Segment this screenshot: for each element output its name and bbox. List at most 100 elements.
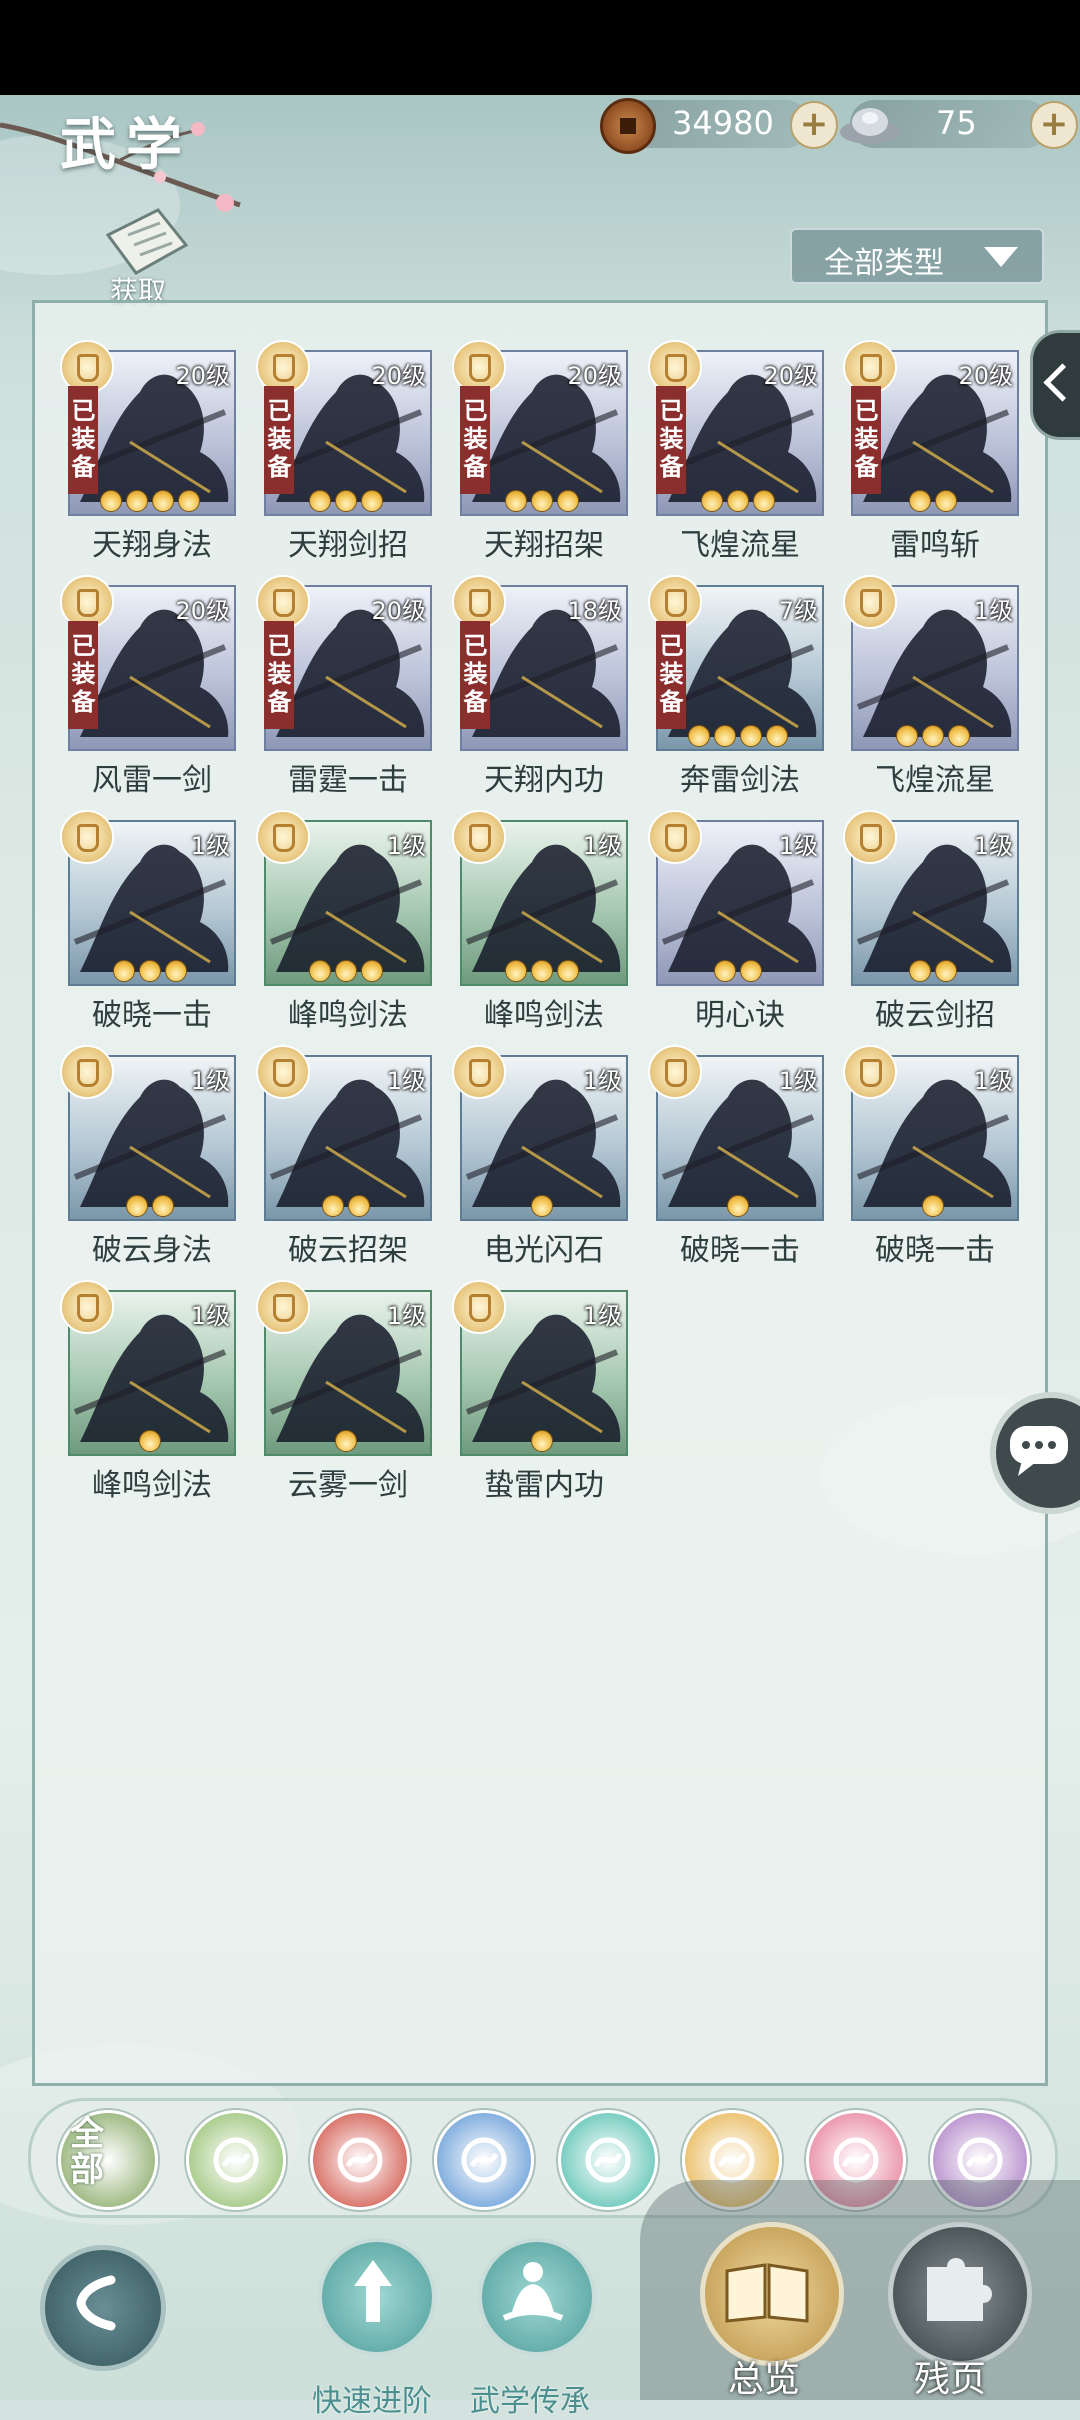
skill-card[interactable]: 20级 已装备 飞煌流星	[648, 340, 824, 563]
skill-type-badge-icon	[256, 1045, 310, 1099]
skill-card[interactable]: 1级峰鸣剑法	[452, 810, 628, 1033]
quick-advance-button[interactable]	[318, 2238, 436, 2356]
skill-card[interactable]: 1级 破云剑招	[843, 810, 1019, 1033]
skill-card[interactable]: 7级 已装备 奔雷剑法	[648, 575, 824, 798]
flame-star-icon	[557, 490, 579, 512]
triangle-down-icon	[984, 247, 1018, 267]
skill-card[interactable]: 1级 明心诀	[648, 810, 824, 1033]
skill-level: 1级	[582, 1067, 622, 1095]
skill-type-badge-icon	[60, 810, 114, 864]
type-filter-dropdown[interactable]: 全部类型	[790, 228, 1044, 284]
flame-star-icon	[152, 490, 174, 512]
skill-level: 1级	[582, 832, 622, 860]
flame-star-icon	[100, 490, 122, 512]
flame-star-icon	[766, 725, 788, 747]
skill-level: 20级	[567, 362, 622, 390]
skill-card[interactable]: 20级 已装备 雷鸣斩	[843, 340, 1019, 563]
flame-star-icon	[335, 960, 357, 982]
skill-card[interactable]: 18级 已装备 天翔内功	[452, 575, 628, 798]
skill-level: 1级	[386, 1067, 426, 1095]
category-tab[interactable]	[434, 2110, 534, 2210]
skill-stars	[851, 490, 1015, 512]
book-icon	[725, 2263, 809, 2323]
skill-card[interactable]: 1级 破晓一击	[648, 1045, 824, 1268]
category-tab[interactable]	[186, 2110, 286, 2210]
skill-card[interactable]: 20级 已装备 天翔招架	[452, 340, 628, 563]
skill-card[interactable]: 1级 破云招架	[256, 1045, 432, 1268]
skill-stars	[68, 1430, 232, 1452]
equipped-tag: 已装备	[67, 386, 98, 494]
side-expand-tab[interactable]	[1030, 330, 1080, 440]
skill-card[interactable]: 20级 已装备 天翔剑招	[256, 340, 432, 563]
flame-star-icon	[740, 960, 762, 982]
skill-card[interactable]: 20级 已装备 天翔身法	[60, 340, 236, 563]
skill-stars	[68, 1195, 232, 1217]
skill-level: 1级	[190, 832, 230, 860]
flame-star-icon	[740, 725, 762, 747]
category-tab[interactable]	[310, 2110, 410, 2210]
skill-type-badge-icon	[256, 1280, 310, 1334]
skill-card[interactable]: 20级 已装备 雷霆一击	[256, 575, 432, 798]
skill-card[interactable]: 1级 飞煌流星	[843, 575, 1019, 798]
flame-icon	[337, 2137, 383, 2183]
puzzle-piece-icon	[927, 2258, 992, 2321]
flame-star-icon	[727, 1195, 749, 1217]
copper-amount: 34980	[672, 104, 774, 142]
chat-button[interactable]	[990, 1392, 1080, 1514]
flame-star-icon	[531, 960, 553, 982]
fragments-button[interactable]	[888, 2222, 1032, 2366]
skill-name: 云雾一剑	[288, 1468, 408, 1503]
skill-card[interactable]: 1级 电光闪石	[452, 1045, 628, 1268]
skill-name: 峰鸣剑法	[92, 1468, 212, 1503]
skill-card[interactable]: 1级 峰鸣剑法	[256, 810, 432, 1033]
skill-name: 奔雷剑法	[680, 763, 800, 798]
back-button[interactable]	[40, 2245, 166, 2371]
skill-card[interactable]: 1级 破晓一击	[843, 1045, 1019, 1268]
silver-ingot-icon	[840, 108, 900, 144]
add-copper-button[interactable]: +	[790, 101, 838, 149]
skill-stars	[460, 490, 624, 512]
flame-star-icon	[335, 1430, 357, 1452]
filter-label: 全部类型	[824, 246, 944, 281]
page-title: 武学	[60, 112, 192, 178]
chat-bubble-icon	[1010, 1426, 1068, 1476]
skill-stars	[851, 725, 1015, 747]
arrow-up-icon	[354, 2260, 392, 2322]
inheritance-button[interactable]	[478, 2238, 596, 2356]
flame-star-icon	[126, 490, 148, 512]
flame-star-icon	[896, 725, 918, 747]
skill-card[interactable]: 1级云雾一剑	[256, 1280, 432, 1503]
skill-card[interactable]: 20级 已装备 风雷一剑	[60, 575, 236, 798]
skill-card[interactable]: 1级 破云身法	[60, 1045, 236, 1268]
flame-star-icon	[688, 725, 710, 747]
skill-level: 1级	[778, 832, 818, 860]
flame-star-icon	[322, 1195, 344, 1217]
skill-name: 蛰雷内功	[484, 1468, 604, 1503]
skill-level: 1级	[386, 1302, 426, 1330]
skill-name: 峰鸣剑法	[484, 998, 604, 1033]
skill-type-badge-icon	[843, 1045, 897, 1099]
flame-star-icon	[309, 960, 331, 982]
skill-name: 破晓一击	[92, 998, 212, 1033]
flame-star-icon	[152, 1195, 174, 1217]
skill-level: 20级	[175, 597, 230, 625]
skill-stars	[656, 1195, 820, 1217]
inheritance-label: 武学传承	[470, 2384, 590, 2419]
skill-name: 破晓一击	[680, 1233, 800, 1268]
skill-card[interactable]: 1级峰鸣剑法	[60, 1280, 236, 1503]
category-tab[interactable]	[558, 2110, 658, 2210]
skill-level: 1级	[190, 1302, 230, 1330]
flame-star-icon	[727, 490, 749, 512]
skill-card[interactable]: 1级蛰雷内功	[452, 1280, 628, 1503]
add-silver-button[interactable]: +	[1030, 101, 1078, 149]
skill-level: 1级	[582, 1302, 622, 1330]
skill-type-badge-icon	[60, 1045, 114, 1099]
butterfly-icon	[585, 2137, 631, 2183]
skill-name: 飞煌流星	[680, 528, 800, 563]
overview-button[interactable]	[700, 2222, 844, 2366]
skill-name: 峰鸣剑法	[288, 998, 408, 1033]
skill-card[interactable]: 1级破晓一击	[60, 810, 236, 1033]
flame-star-icon	[165, 960, 187, 982]
skill-name: 天翔剑招	[288, 528, 408, 563]
fragments-label: 残页	[914, 2359, 987, 2400]
